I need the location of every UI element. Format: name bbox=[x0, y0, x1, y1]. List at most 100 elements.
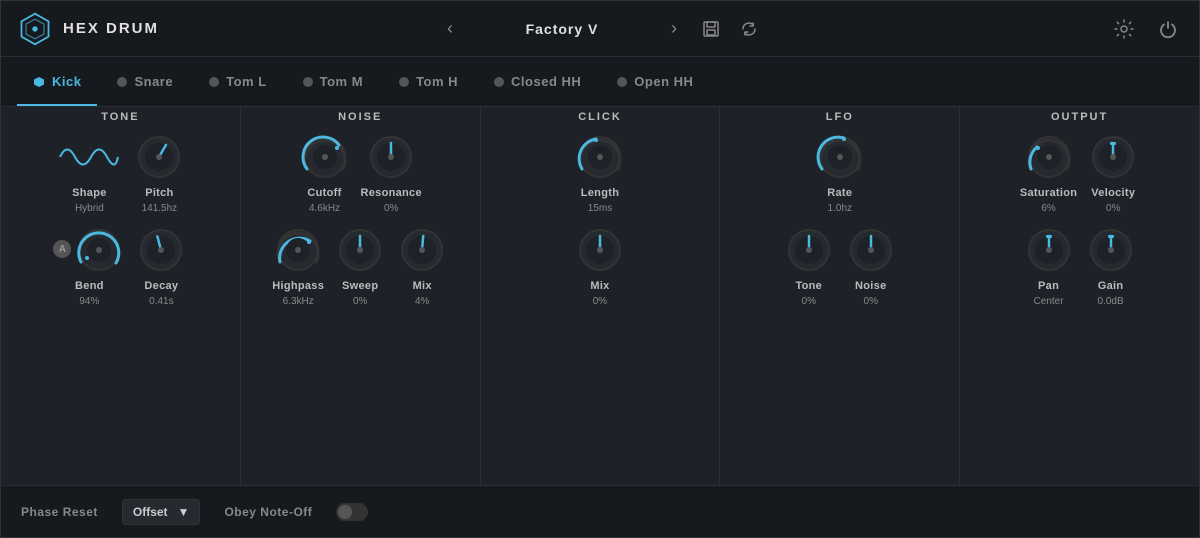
click-mix-value: 0% bbox=[593, 296, 607, 307]
tab-snare[interactable]: Snare bbox=[101, 66, 189, 97]
save-button[interactable] bbox=[696, 14, 726, 44]
pitch-knob-group: Pitch 141.5hz bbox=[133, 131, 185, 214]
bottom-bar: Phase Reset Offset ▼ Obey Note-Off bbox=[1, 485, 1199, 537]
pan-knob-group: Pan Center bbox=[1023, 224, 1075, 307]
click-title: CLICK bbox=[578, 111, 622, 123]
phase-reset-value: Offset bbox=[133, 505, 168, 519]
gain-label: Gain bbox=[1098, 280, 1124, 292]
pitch-label: Pitch bbox=[145, 187, 173, 199]
click-row2: Mix 0% bbox=[574, 224, 626, 307]
resonance-knob[interactable] bbox=[365, 131, 417, 183]
noise-section: NOISE Cutoff 4.6kHz bbox=[241, 107, 481, 485]
lfo-tone-knob-group: Tone 0% bbox=[783, 224, 835, 307]
decay-knob[interactable] bbox=[135, 224, 187, 276]
tom-m-dot bbox=[303, 77, 313, 87]
gain-value: 0.0dB bbox=[1098, 296, 1124, 307]
prev-preset-button[interactable]: ‹ bbox=[436, 15, 464, 43]
noise-mix-value: 4% bbox=[415, 296, 429, 307]
noise-mix-label: Mix bbox=[413, 280, 432, 292]
tab-kick[interactable]: Kick bbox=[17, 66, 97, 97]
resonance-label: Resonance bbox=[361, 187, 422, 199]
lfo-noise-value: 0% bbox=[864, 296, 878, 307]
click-section: CLICK Length 15ms bbox=[481, 107, 721, 485]
length-label: Length bbox=[581, 187, 619, 199]
preset-nav: ‹ Factory V › bbox=[436, 14, 764, 44]
gain-knob[interactable] bbox=[1085, 224, 1137, 276]
bend-knob[interactable] bbox=[73, 224, 125, 276]
logo-icon bbox=[17, 11, 53, 47]
tab-tom-m[interactable]: Tom M bbox=[287, 66, 379, 97]
velocity-label: Velocity bbox=[1091, 187, 1135, 199]
length-knob-group: Length 15ms bbox=[574, 131, 626, 214]
length-value: 15ms bbox=[588, 203, 612, 214]
output-title: OUTPUT bbox=[1051, 111, 1108, 123]
header: HEX DRUM ‹ Factory V › bbox=[1, 1, 1199, 57]
bend-knob-group: A Bend 94% bbox=[53, 224, 125, 307]
main-content: TONE Shape Hybrid bbox=[1, 107, 1199, 537]
tab-tom-l[interactable]: Tom L bbox=[193, 66, 283, 97]
noise-row1: Cutoff 4.6kHz Resonance 0% bbox=[299, 131, 422, 214]
velocity-knob-group: Velocity 0% bbox=[1087, 131, 1139, 214]
kick-tab-icon bbox=[33, 76, 45, 88]
cutoff-knob[interactable] bbox=[299, 131, 351, 183]
saturation-label: Saturation bbox=[1020, 187, 1077, 199]
tab-open-hh-label: Open HH bbox=[634, 74, 693, 89]
next-preset-button[interactable]: › bbox=[660, 15, 688, 43]
obey-note-off-toggle[interactable] bbox=[336, 503, 368, 521]
output-row2: Pan Center Gain 0.0dB bbox=[1023, 224, 1137, 307]
sweep-label: Sweep bbox=[342, 280, 378, 292]
refresh-button[interactable] bbox=[734, 14, 764, 44]
saturation-knob-group: Saturation 6% bbox=[1020, 131, 1077, 214]
sweep-value: 0% bbox=[353, 296, 367, 307]
highpass-knob-group: Highpass 6.3kHz bbox=[272, 224, 324, 307]
tab-open-hh[interactable]: Open HH bbox=[601, 66, 709, 97]
sweep-knob[interactable] bbox=[334, 224, 386, 276]
click-mix-knob-group: Mix 0% bbox=[574, 224, 626, 307]
cutoff-value: 4.6kHz bbox=[309, 203, 340, 214]
saturation-value: 6% bbox=[1041, 203, 1055, 214]
decay-value: 0.41s bbox=[149, 296, 173, 307]
dropdown-arrow-icon: ▼ bbox=[178, 505, 190, 519]
tab-tom-l-label: Tom L bbox=[226, 74, 267, 89]
tone-section: TONE Shape Hybrid bbox=[1, 107, 241, 485]
lfo-tone-label: Tone bbox=[795, 280, 822, 292]
logo-area: HEX DRUM bbox=[17, 11, 436, 47]
noise-mix-knob[interactable] bbox=[396, 224, 448, 276]
header-right bbox=[764, 14, 1183, 44]
tone-row2: A Bend 94% bbox=[53, 224, 187, 307]
tab-tom-m-label: Tom M bbox=[320, 74, 363, 89]
lfo-noise-label: Noise bbox=[855, 280, 886, 292]
sweep-knob-group: Sweep 0% bbox=[334, 224, 386, 307]
resonance-value: 0% bbox=[384, 203, 398, 214]
shape-label: Shape bbox=[72, 187, 107, 199]
lfo-tone-knob[interactable] bbox=[783, 224, 835, 276]
tab-tom-h[interactable]: Tom H bbox=[383, 66, 474, 97]
phase-reset-dropdown[interactable]: Offset ▼ bbox=[122, 499, 201, 525]
lfo-noise-knob[interactable] bbox=[845, 224, 897, 276]
tab-tom-h-label: Tom H bbox=[416, 74, 458, 89]
highpass-label: Highpass bbox=[272, 280, 324, 292]
tone-title: TONE bbox=[101, 111, 139, 123]
settings-button[interactable] bbox=[1109, 14, 1139, 44]
output-section: OUTPUT Saturation 6% bbox=[960, 107, 1199, 485]
saturation-knob[interactable] bbox=[1023, 131, 1075, 183]
tabs-bar: Kick Snare Tom L Tom M Tom H Closed HH O… bbox=[1, 57, 1199, 107]
pitch-knob[interactable] bbox=[133, 131, 185, 183]
tab-snare-label: Snare bbox=[134, 74, 173, 89]
highpass-knob[interactable] bbox=[272, 224, 324, 276]
tone-row1: Shape Hybrid Pitch 141.5hz bbox=[55, 131, 185, 214]
rate-knob[interactable] bbox=[814, 131, 866, 183]
length-knob[interactable] bbox=[574, 131, 626, 183]
tom-h-dot bbox=[399, 77, 409, 87]
pan-knob[interactable] bbox=[1023, 224, 1075, 276]
tab-closed-hh[interactable]: Closed HH bbox=[478, 66, 597, 97]
tom-l-dot bbox=[209, 77, 219, 87]
a-label: A bbox=[53, 240, 71, 258]
velocity-knob[interactable] bbox=[1087, 131, 1139, 183]
power-button[interactable] bbox=[1153, 14, 1183, 44]
click-row1: Length 15ms bbox=[574, 131, 626, 214]
open-hh-dot bbox=[617, 77, 627, 87]
click-mix-knob[interactable] bbox=[574, 224, 626, 276]
gain-knob-group: Gain 0.0dB bbox=[1085, 224, 1137, 307]
preset-name: Factory V bbox=[472, 21, 652, 37]
